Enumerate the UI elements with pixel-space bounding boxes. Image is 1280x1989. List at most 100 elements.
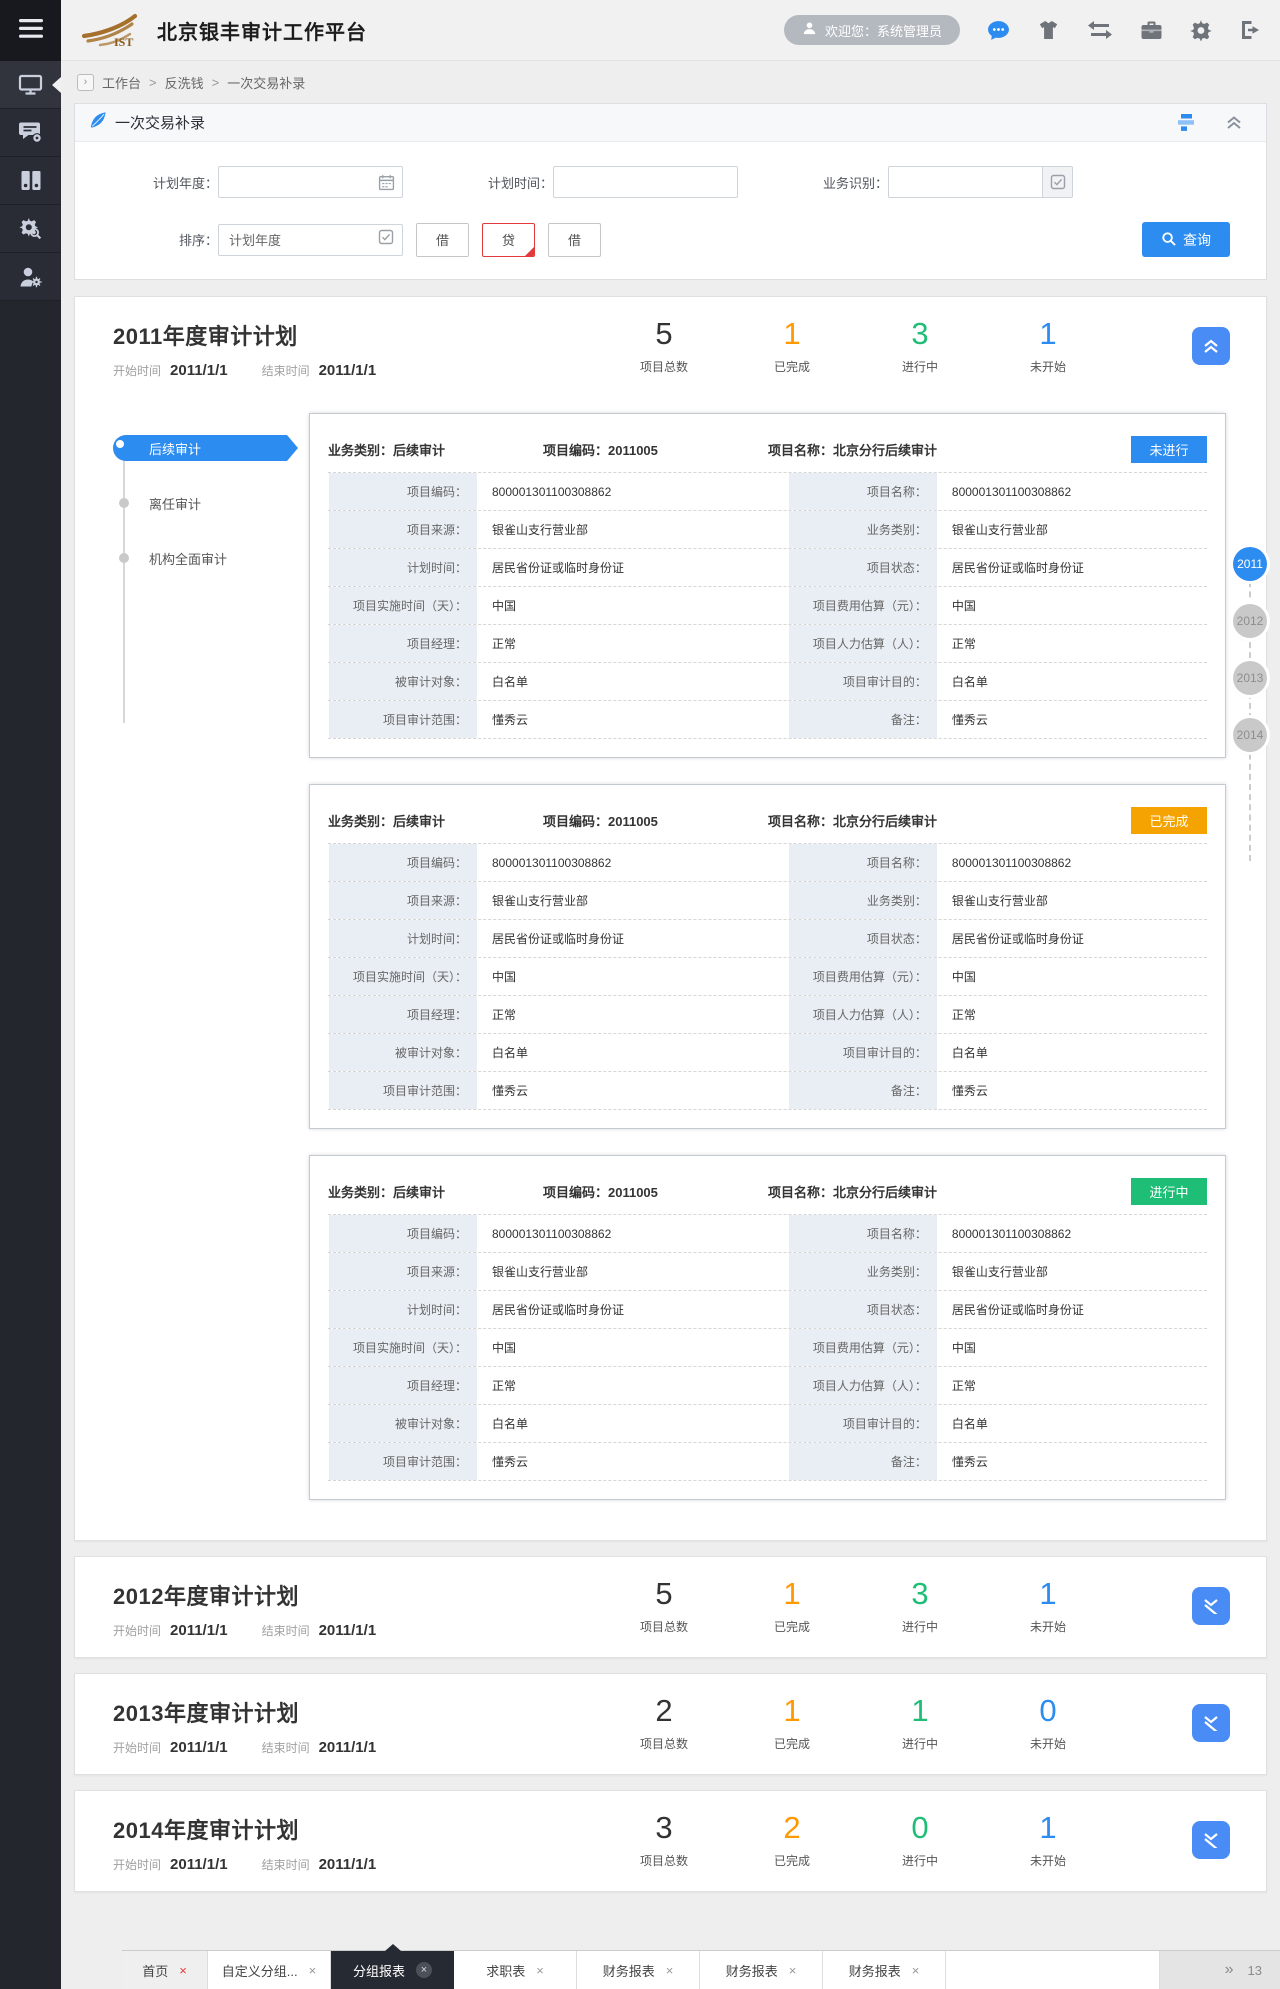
user-welcome-badge[interactable]: 欢迎您：系统管理员 [784, 15, 960, 45]
field-value: 正常 [478, 996, 788, 1033]
gear-search-icon [19, 217, 43, 240]
project-meta-item: 业务类别：后续审计 [328, 440, 543, 459]
timeline-dot-2011[interactable]: 2011 [1233, 547, 1267, 581]
tab-close-icon[interactable]: × [666, 1964, 674, 1977]
table-row: 项目审计范围：懂秀云备注：懂秀云 [328, 1072, 1207, 1110]
main-area: IST 北京银丰审计工作平台 欢迎您：系统管理员 › 工作台>反洗钱>一次交易补… [61, 0, 1280, 1989]
credit-button[interactable]: 贷 [482, 223, 535, 257]
filter-sort-icon[interactable] [1175, 113, 1196, 132]
debit-2-button[interactable]: 借 [548, 223, 601, 257]
expand-plan-button[interactable] [1192, 1587, 1230, 1625]
menu-toggle-button[interactable] [0, 0, 61, 61]
collapse-plan-button[interactable] [1192, 327, 1230, 365]
tab-close-icon[interactable]: × [309, 1964, 317, 1977]
tab-close-icon[interactable]: × [416, 1962, 432, 1978]
sidebar-item-settings-search[interactable] [0, 205, 61, 253]
timeline-dot-2013[interactable]: 2013 [1233, 661, 1267, 695]
year-timeline: 2011 2012 2013 2014 [1228, 547, 1272, 775]
plan-year-input[interactable] [218, 166, 403, 198]
tab-close-icon[interactable]: × [912, 1964, 920, 1977]
swap-icon[interactable] [1087, 21, 1113, 39]
field-value: 懂秀云 [938, 701, 1207, 738]
tab-close-icon[interactable]: × [536, 1964, 544, 1977]
field-value: 居民省份证或临时身份证 [938, 549, 1207, 586]
timeline-dot-2012[interactable]: 2012 [1233, 604, 1267, 638]
category-item-2[interactable]: 离任审计 [113, 490, 309, 516]
field-value: 居民省份证或临时身份证 [938, 920, 1207, 957]
status-badge[interactable]: 未进行 [1131, 436, 1207, 463]
project-meta-item: 项目名称：北京分行后续审计 [768, 1182, 1131, 1201]
search-button[interactable]: 查询 [1142, 222, 1230, 257]
tab-label: 财务报表 [849, 1961, 901, 1980]
breadcrumb-item[interactable]: 工作台 [102, 73, 141, 92]
field-label: 项目名称： [788, 473, 938, 510]
category-item-1[interactable]: 后续审计 [113, 435, 309, 461]
tab-close-icon[interactable]: × [789, 1964, 797, 1977]
timeline-dot-2014[interactable]: 2014 [1233, 718, 1267, 752]
table-row: 项目实施时间（天）：中国项目费用估算（元）：中国 [328, 1329, 1207, 1367]
category-item-3[interactable]: 机构全面审计 [113, 545, 309, 571]
tab-6[interactable]: 财务报表× [700, 1951, 823, 1989]
field-label: 计划时间： [328, 1291, 478, 1328]
briefcase-icon[interactable] [1140, 20, 1163, 40]
plan-start-label: 开始时间 [113, 1858, 161, 1872]
sidebar-item-messages[interactable] [0, 109, 61, 157]
plan-stats: 5项目总数1已完成3进行中1未开始 [600, 317, 1112, 375]
tab-1[interactable]: 首页 × [122, 1951, 208, 1989]
plan-card-2014: 2014年度审计计划开始时间2011/1/1结束时间2011/1/13项目总数2… [74, 1790, 1267, 1892]
sidebar-item-archives[interactable] [0, 157, 61, 205]
filter-row-fields: 计划年度：计划时间：业务识别： [130, 166, 1242, 198]
breadcrumb: › 工作台>反洗钱>一次交易补录 [61, 61, 1280, 103]
tab-label: 求职表 [486, 1961, 525, 1980]
status-badge[interactable]: 已完成 [1131, 807, 1207, 834]
plan-start-value: 2011/1/1 [170, 1622, 228, 1639]
field-value: 居民省份证或临时身份证 [938, 1291, 1207, 1328]
tab-7[interactable]: 财务报表 × [823, 1951, 946, 1989]
tab-5[interactable]: 财务报表 × [577, 1951, 700, 1989]
status-badge[interactable]: 进行中 [1131, 1178, 1207, 1205]
plan-card-header: 2014年度审计计划开始时间2011/1/1结束时间2011/1/13项目总数2… [75, 1791, 1266, 1891]
sidebar-item-user-admin[interactable] [0, 253, 61, 301]
logout-icon[interactable] [1239, 20, 1262, 40]
debit-button[interactable]: 借 [416, 223, 469, 257]
tab-close-icon[interactable]: × [179, 1964, 187, 1977]
app-title: 北京银丰审计工作平台 [157, 16, 367, 45]
field-label: 项目审计目的： [788, 1034, 938, 1071]
breadcrumb-item[interactable]: 反洗钱 [165, 73, 204, 92]
project-meta-item: 业务类别：后续审计 [328, 811, 543, 830]
plan-start-date: 开始时间2011/1/1 [113, 1856, 228, 1874]
tab-2[interactable]: 自定义分组...× [208, 1951, 331, 1989]
plan-time-input[interactable] [553, 166, 738, 198]
field-label: 项目来源： [328, 511, 478, 548]
tab-overflow-button[interactable]: » [1225, 1961, 1234, 1979]
stat-value: 3 [856, 317, 984, 351]
plan-card-2013: 2013年度审计计划开始时间2011/1/1结束时间2011/1/12项目总数1… [74, 1673, 1267, 1775]
sidebar-nav [0, 61, 61, 301]
field-label: 业务类别： [788, 511, 938, 548]
collapse-panel-icon[interactable] [1226, 115, 1242, 130]
business-id-picker-button[interactable] [1042, 167, 1072, 197]
tab-3[interactable]: 分组报表 × [331, 1951, 454, 1989]
tab-label: 首页 [142, 1961, 168, 1980]
field-value: 正常 [478, 625, 788, 662]
search-button-label: 查询 [1183, 230, 1211, 250]
header-actions: 欢迎您：系统管理员 [784, 15, 1262, 45]
business-id-input[interactable] [888, 166, 1073, 198]
message-icon[interactable] [987, 20, 1010, 41]
breadcrumb-collapse-icon[interactable]: › [77, 74, 94, 91]
sort-select[interactable]: 计划年度 [218, 224, 403, 256]
field-label: 项目编码： [328, 1215, 478, 1252]
filter-row-sort: 排序： 计划年度 借贷借 查询 [130, 222, 1242, 257]
sidebar-item-workbench[interactable] [0, 61, 61, 109]
expand-plan-button[interactable] [1192, 1821, 1230, 1859]
tab-label: 财务报表 [603, 1961, 655, 1980]
tshirt-icon[interactable] [1037, 20, 1060, 40]
gear-icon[interactable] [1190, 20, 1212, 41]
breadcrumb-item[interactable]: 一次交易补录 [227, 73, 305, 92]
tab-4[interactable]: 求职表 × [454, 1951, 577, 1989]
filter-form: 计划年度：计划时间：业务识别： 排序： 计划年度 借贷借 [75, 142, 1266, 279]
project-meta-item: 项目编码：2011005 [543, 440, 768, 459]
expand-plan-button[interactable] [1192, 1704, 1230, 1742]
tab-label: 分组报表 [353, 1961, 405, 1980]
field-label: 被审计对象： [328, 1034, 478, 1071]
